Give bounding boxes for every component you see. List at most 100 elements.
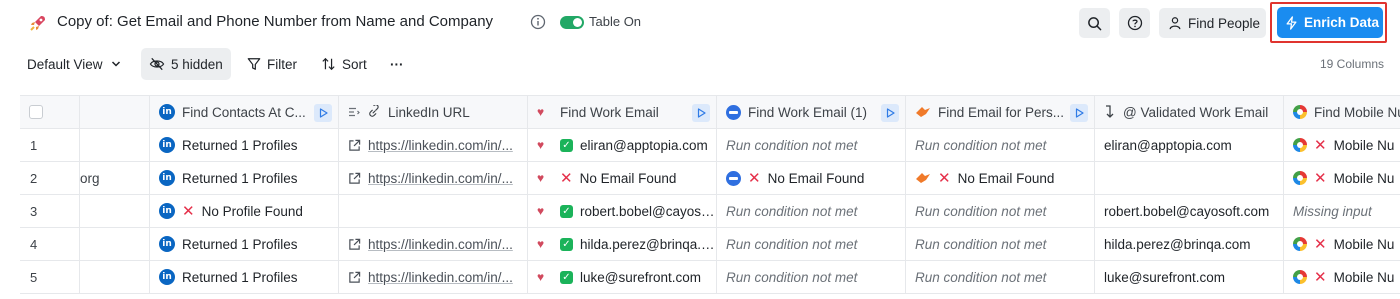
contacts-cell[interactable]: in Returned 1 Profiles [150, 261, 339, 293]
row-number[interactable]: 2 [20, 162, 80, 194]
work-email-1-cell[interactable]: Run condition not met [717, 195, 906, 227]
table-on-toggle[interactable] [560, 16, 584, 29]
select-all-checkbox[interactable] [29, 105, 43, 119]
check-icon: ✓ [560, 204, 573, 218]
work-email-cell[interactable]: ♥ ✓ eliran@apptopia.com [528, 129, 717, 161]
filter-button[interactable]: Filter [247, 48, 297, 80]
mobile-number-cell[interactable]: ✕ Mobile Nu [1284, 228, 1400, 260]
more-options-button[interactable]: ··· [390, 48, 404, 80]
view-label: Default View [27, 56, 103, 72]
find-people-button[interactable]: Find People [1159, 8, 1266, 38]
validated-email-cell[interactable] [1095, 162, 1284, 194]
help-button[interactable] [1119, 8, 1150, 38]
linkedin-url-cell[interactable] [339, 195, 528, 227]
run-column-button[interactable] [881, 104, 899, 122]
row-cell-col1[interactable]: org [80, 162, 150, 194]
row-cell-col1[interactable] [80, 228, 150, 260]
external-link-icon[interactable] [348, 139, 361, 152]
linkedin-url-cell[interactable]: https://linkedin.com/in/... [339, 228, 528, 260]
column-header-label: Find Contacts At C... [182, 104, 306, 120]
column-header-label: Find Work Email [560, 104, 659, 120]
table-on-label: Table On [589, 14, 642, 29]
contacts-cell[interactable]: in Returned 1 Profiles [150, 162, 339, 194]
validated-email-cell[interactable]: eliran@apptopia.com [1095, 129, 1284, 161]
work-email-1-cell[interactable]: Run condition not met [717, 228, 906, 260]
email-for-person-cell[interactable]: Run condition not met [906, 228, 1095, 260]
contacts-cell[interactable]: in ✕ No Profile Found [150, 195, 339, 227]
table-row[interactable]: 2 org in Returned 1 Profiles https://lin… [20, 162, 1400, 195]
work-email-cell[interactable]: ♥ ✓ luke@surefront.com [528, 261, 717, 293]
linkedin-url-cell[interactable]: https://linkedin.com/in/... [339, 129, 528, 161]
work-email-1-cell[interactable]: Run condition not met [717, 129, 906, 161]
validated-email-cell[interactable]: hilda.perez@brinqa.com [1095, 228, 1284, 260]
check-icon: ✓ [560, 138, 573, 152]
work-email-cell[interactable]: ♥ ✓ hilda.perez@brinqa.com [528, 228, 717, 260]
work-email-1-cell[interactable]: Run condition not met [717, 261, 906, 293]
column-header-find-email-for-person[interactable]: Find Email for Pers... [906, 96, 1095, 128]
email-for-person-cell[interactable]: Run condition not met [906, 129, 1095, 161]
work-email-cell[interactable]: ♥ ✓ robert.bobel@cayosoft.com [528, 195, 717, 227]
row-number[interactable]: 1 [20, 129, 80, 161]
mobile-number-cell[interactable]: ✕ Mobile Nu [1284, 261, 1400, 293]
info-icon[interactable] [530, 14, 546, 30]
email-for-person-cell[interactable]: Run condition not met [906, 195, 1095, 227]
select-all-cell[interactable] [20, 96, 80, 128]
column-header-validated-work-email[interactable]: @ Validated Work Email [1095, 96, 1284, 128]
contacts-cell[interactable]: in Returned 1 Profiles [150, 129, 339, 161]
linkedin-url-value[interactable]: https://linkedin.com/in/... [368, 171, 513, 186]
external-link-icon[interactable] [348, 238, 361, 251]
sort-button[interactable]: Sort [321, 48, 367, 80]
external-link-icon[interactable] [348, 172, 361, 185]
validated-email-cell[interactable]: luke@surefront.com [1095, 261, 1284, 293]
work-email-cell[interactable]: ♥ ✕ No Email Found [528, 162, 717, 194]
column-header-find-mobile-number[interactable]: Find Mobile Nu [1284, 96, 1400, 128]
table-row[interactable]: 4 in Returned 1 Profiles https://linkedi… [20, 228, 1400, 261]
gcolor-icon [1293, 138, 1307, 152]
run-column-button[interactable] [692, 104, 710, 122]
work-email-1-value: No Email Found [767, 170, 865, 186]
hidden-fields-button[interactable]: 5 hidden [141, 48, 231, 80]
linkedin-url-cell[interactable]: https://linkedin.com/in/... [339, 162, 528, 194]
table-row[interactable]: 1 in Returned 1 Profiles https://linkedi… [20, 129, 1400, 162]
row-cell-col1[interactable] [80, 129, 150, 161]
cross-icon: ✕ [182, 203, 195, 220]
linkedin-url-value[interactable]: https://linkedin.com/in/... [368, 138, 513, 153]
column-header-find-contacts[interactable]: in Find Contacts At C... [150, 96, 339, 128]
run-column-button[interactable] [1070, 104, 1088, 122]
table-row[interactable]: 3 in ✕ No Profile Found ♥ ✓ robert.bobel… [20, 195, 1400, 228]
row-number[interactable]: 3 [20, 195, 80, 227]
linkedin-url-value[interactable]: https://linkedin.com/in/... [368, 270, 513, 285]
table-row[interactable]: 5 in Returned 1 Profiles https://linkedi… [20, 261, 1400, 294]
linkedin-url-cell[interactable]: https://linkedin.com/in/... [339, 261, 528, 293]
enrich-data-button[interactable]: Enrich Data [1277, 7, 1383, 38]
view-selector[interactable]: Default View [27, 48, 121, 80]
check-icon: ✓ [560, 237, 573, 251]
row-number[interactable]: 5 [20, 261, 80, 293]
row-cell-col1[interactable] [80, 261, 150, 293]
mobile-number-cell[interactable]: ✕ Mobile Nu [1284, 129, 1400, 161]
external-link-icon[interactable] [348, 271, 361, 284]
search-button[interactable] [1079, 8, 1110, 38]
contacts-cell[interactable]: in Returned 1 Profiles [150, 228, 339, 260]
person-icon [1169, 17, 1181, 30]
table-title[interactable]: Copy of: Get Email and Phone Number from… [57, 13, 493, 30]
chevron-down-icon [111, 61, 120, 67]
filter-label: Filter [267, 56, 297, 72]
email-for-person-cell[interactable]: Run condition not met [906, 261, 1095, 293]
mobile-number-cell[interactable]: Missing input [1284, 195, 1400, 227]
row-number[interactable]: 4 [20, 228, 80, 260]
email-for-person-cell[interactable]: ✕ No Email Found [906, 162, 1095, 194]
gcolor-icon [1293, 105, 1307, 119]
link-icon [369, 105, 379, 117]
column-header-find-work-email-1[interactable]: Find Work Email (1) [717, 96, 906, 128]
column-header-linkedin-url[interactable]: LinkedIn URL [339, 96, 528, 128]
row-cell-col1[interactable] [80, 195, 150, 227]
column-header-label: Find Mobile Nu [1314, 104, 1400, 120]
work-email-1-cell[interactable]: ✕ No Email Found [717, 162, 906, 194]
column-header-find-work-email[interactable]: ♥ Find Work Email [528, 96, 717, 128]
mobile-number-cell[interactable]: ✕ Mobile Nu [1284, 162, 1400, 194]
run-column-button[interactable] [314, 104, 332, 122]
cross-icon: ✕ [1314, 269, 1327, 286]
linkedin-url-value[interactable]: https://linkedin.com/in/... [368, 237, 513, 252]
validated-email-cell[interactable]: robert.bobel@cayosoft.com [1095, 195, 1284, 227]
